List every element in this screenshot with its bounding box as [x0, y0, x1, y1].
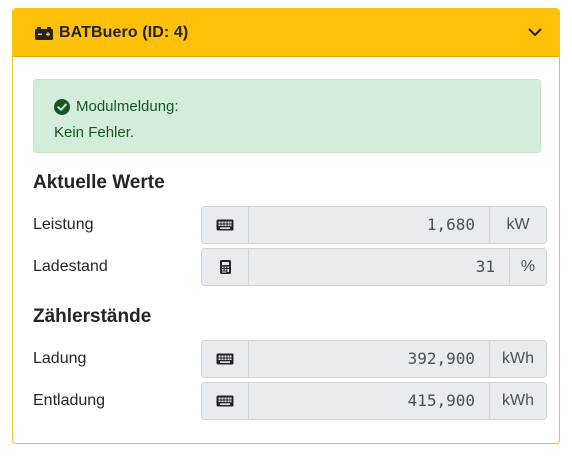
value-readout: 31 — [249, 249, 509, 285]
alert-title: Modulmeldung: — [76, 98, 179, 115]
value-input-group: 1,680 kW — [201, 206, 547, 244]
keyboard-icon — [202, 383, 249, 419]
value-input-group: 415,900 kWh — [201, 382, 547, 420]
field-label: Ladestand — [33, 258, 108, 275]
alert-message: Kein Fehler. — [54, 124, 135, 141]
field-leistung: Leistung 1,680 kW — [33, 206, 547, 244]
unit-label: kWh — [489, 341, 546, 377]
check-circle-icon — [54, 99, 70, 115]
chevron-down-icon[interactable] — [523, 21, 547, 45]
section-heading-current-values: Aktuelle Werte — [33, 172, 165, 193]
unit-label: kW — [489, 207, 546, 243]
battery-module-card: BATBuero (ID: 4) Modulmeldung: Kein Fehl… — [12, 8, 560, 444]
field-entladung: Entladung 415,900 kWh — [33, 382, 547, 420]
keyboard-icon — [202, 207, 249, 243]
value-input-group: 392,900 kWh — [201, 340, 547, 378]
value-readout: 392,900 — [249, 341, 489, 377]
value-readout: 415,900 — [249, 383, 489, 419]
field-label: Leistung — [33, 216, 94, 233]
field-label: Ladung — [33, 350, 87, 367]
card-header[interactable]: BATBuero (ID: 4) — [13, 9, 559, 57]
card-title: BATBuero (ID: 4) — [59, 23, 189, 41]
field-label: Entladung — [33, 392, 106, 409]
unit-label: % — [509, 249, 546, 285]
value-input-group: 31 % — [201, 248, 547, 286]
keyboard-icon — [202, 341, 249, 377]
value-readout: 1,680 — [249, 207, 489, 243]
field-ladestand: Ladestand 31 % — [33, 248, 547, 286]
section-heading-counters: Zählerstände — [33, 306, 152, 327]
calculator-icon — [202, 249, 249, 285]
car-battery-icon — [35, 26, 53, 40]
field-ladung: Ladung 392,900 kWh — [33, 340, 547, 378]
module-status-alert: Modulmeldung: Kein Fehler. — [33, 79, 541, 153]
unit-label: kWh — [489, 383, 546, 419]
